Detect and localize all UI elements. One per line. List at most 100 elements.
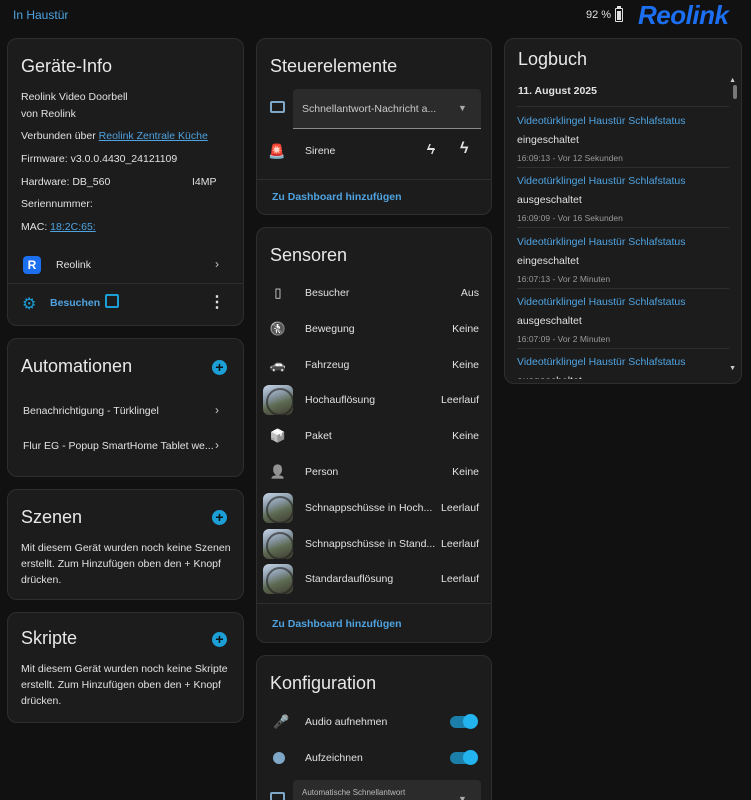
sensor-state: Aus bbox=[460, 287, 479, 299]
audio-record-label: Audio aufnehmen bbox=[305, 716, 388, 728]
automation-label: Flur EG - Popup SmartHome Tablet we... bbox=[23, 440, 214, 452]
sensor-name: Standardauflösung bbox=[305, 573, 394, 586]
sensor-row[interactable]: 👤 Person Keine bbox=[257, 455, 491, 489]
chevron-right-icon: › bbox=[215, 257, 219, 271]
logbook-state: ausgeschaltet bbox=[517, 194, 582, 207]
gear-icon: ⚙ bbox=[22, 296, 37, 313]
logbook-list[interactable]: Videotürklingel Haustür Schlafstatus eing… bbox=[505, 107, 741, 379]
add-script-button[interactable]: + bbox=[212, 632, 227, 647]
divider bbox=[517, 347, 729, 349]
hub-link[interactable]: Reolink Zentrale Küche bbox=[99, 130, 208, 142]
sensor-state: Leerlauf bbox=[441, 501, 479, 514]
integration-row[interactable]: R Reolink › bbox=[8, 253, 243, 279]
hardware-info-tail: I4MP bbox=[192, 176, 217, 188]
controls-card: Steuerelemente Schnellantwort-Nachricht … bbox=[256, 38, 492, 215]
logbook-entity-link[interactable]: Videotürklingel Haustür Schlafstatus bbox=[517, 115, 685, 127]
sensor-row[interactable]: ▯ Besucher Aus bbox=[257, 276, 491, 310]
sensor-row[interactable]: 🚗 Fahrzeug Keine bbox=[257, 348, 491, 382]
sensor-state: Keine bbox=[452, 358, 479, 371]
sensor-row[interactable]: 🚷 Bewegung Keine bbox=[257, 312, 491, 346]
logbook-entry[interactable]: Videotürklingel Haustür Schlafstatus ausg… bbox=[517, 173, 729, 229]
logbook-entity-link[interactable]: Videotürklingel Haustür Schlafstatus bbox=[517, 236, 685, 248]
logbook-entity-link[interactable]: Videotürklingel Haustür Schlafstatus bbox=[517, 175, 685, 187]
recording-toggle[interactable] bbox=[450, 750, 478, 765]
quick-reply-select[interactable]: Schnellantwort-Nachricht a... ▼ bbox=[293, 89, 481, 129]
logbook-date: 11. August 2025 bbox=[518, 85, 597, 97]
logbook-state: ausgeschaltet bbox=[517, 314, 582, 327]
sensors-card: Sensoren ▯ Besucher Aus 🚷 Bewegung Keine 🚗 Fahr… bbox=[256, 227, 492, 643]
hardware-info: Hardware: DB_560 bbox=[21, 176, 111, 188]
automations-card: Automationen + Benachrichtigung - Türkli… bbox=[7, 338, 244, 477]
logbook-entity-link[interactable]: Videotürklingel Haustür Schlafstatus bbox=[517, 296, 685, 308]
sensor-row[interactable]: Standardauflösung Leerlauf bbox=[257, 562, 491, 596]
device-vendor: von Reolink bbox=[21, 108, 76, 120]
more-options-icon[interactable]: ⋮ bbox=[209, 295, 225, 311]
flash-icon[interactable]: ϟ bbox=[460, 140, 468, 158]
divider bbox=[517, 287, 729, 289]
logbook-entry[interactable]: Videotürklingel Haustür Schlafstatus eing… bbox=[517, 113, 729, 169]
add-scene-button[interactable]: + bbox=[212, 510, 227, 525]
scroll-down-icon[interactable]: ▼ bbox=[729, 365, 736, 372]
brand-logo: Reolink bbox=[638, 0, 729, 30]
add-to-dashboard-button[interactable]: Zu Dashboard hinzufügen bbox=[272, 618, 402, 630]
sensor-state: Keine bbox=[452, 430, 479, 443]
scroll-up-icon[interactable]: ▲ bbox=[729, 77, 736, 84]
sensor-row[interactable]: Hochauflösung Leerlauf bbox=[257, 383, 491, 417]
sensor-state: Leerlauf bbox=[441, 394, 479, 407]
sensor-name: Hochauflösung bbox=[305, 394, 376, 407]
serial-number: Seriennummer: bbox=[21, 198, 93, 210]
firmware-info: Firmware: v3.0.0.4430_24121109 bbox=[21, 153, 178, 165]
automation-item[interactable]: Flur EG - Popup SmartHome Tablet we... › bbox=[8, 436, 243, 458]
battery-level: 92 % bbox=[586, 9, 612, 21]
audio-record-toggle[interactable] bbox=[450, 714, 478, 729]
mac-label: MAC: bbox=[21, 221, 48, 233]
add-automation-button[interactable]: + bbox=[212, 360, 227, 375]
mac-link[interactable]: 18:2C:65: bbox=[50, 221, 96, 233]
logbook-entry[interactable]: Videotürklingel Haustür Schlafstatus eing… bbox=[517, 234, 729, 290]
device-info-title: Geräte-Info bbox=[21, 56, 113, 76]
logbook-entity-link[interactable]: Videotürklingel Haustür Schlafstatus bbox=[517, 356, 685, 368]
configuration-card: Konfiguration 🎤 Audio aufnehmen Aufzeich… bbox=[256, 655, 492, 800]
logbook-entry[interactable]: Videotürklingel Haustür Schlafstatus ausg… bbox=[517, 294, 729, 350]
sensor-state: Keine bbox=[452, 322, 479, 335]
sensor-name: Person bbox=[305, 466, 339, 478]
microphone-icon: 🎤 bbox=[273, 714, 290, 729]
person-off-icon: 👤 bbox=[269, 464, 287, 479]
device-connection: Verbunden über Reolink Zentrale Küche bbox=[21, 130, 208, 142]
battery-status: 92 % bbox=[586, 6, 624, 22]
divider bbox=[257, 603, 491, 604]
scripts-title: Skripte bbox=[21, 628, 78, 648]
add-to-dashboard-button[interactable]: Zu Dashboard hinzufügen bbox=[272, 191, 402, 203]
automation-item[interactable]: Benachrichtigung - Türklingel › bbox=[8, 401, 243, 423]
logbook-card: Logbuch 11. August 2025 Videotürklingel … bbox=[504, 38, 742, 384]
message-reply-icon bbox=[270, 792, 285, 800]
logbook-scrollbar[interactable] bbox=[733, 85, 737, 99]
flash-off-icon[interactable]: ϟ bbox=[427, 141, 435, 158]
sensor-state: Keine bbox=[452, 466, 479, 478]
auto-quick-reply-select[interactable]: Automatische Schnellantwort ▼ bbox=[293, 780, 481, 800]
divider bbox=[517, 167, 729, 168]
sensor-state: Leerlauf bbox=[441, 537, 479, 550]
sensor-row[interactable]: Schnappschüsse in Stand... Leerlauf bbox=[257, 527, 491, 561]
divider bbox=[517, 227, 729, 229]
package-off-icon: 📦 bbox=[269, 428, 287, 444]
logbook-entry[interactable]: Videotürklingel Haustür Schlafstatus ausg… bbox=[517, 354, 729, 379]
logbook-title: Logbuch bbox=[518, 49, 588, 69]
sensor-row[interactable]: 📦 Paket Keine bbox=[257, 419, 491, 453]
motion-off-icon: 🚷 bbox=[269, 320, 287, 336]
scenes-empty-text: Mit diesem Gerät wurden noch keine Szene… bbox=[21, 542, 231, 586]
sensor-name: Fahrzeug bbox=[305, 358, 350, 371]
open-external-icon bbox=[105, 294, 119, 308]
integration-name: Reolink bbox=[56, 259, 92, 271]
sensor-row[interactable]: Schnappschüsse in Hoch... Leerlauf bbox=[257, 491, 491, 525]
automation-label: Benachrichtigung - Türklingel bbox=[23, 405, 159, 417]
car-off-icon: 🚗 bbox=[269, 356, 287, 372]
connected-via-label: Verbunden über bbox=[21, 130, 96, 142]
sensor-state: Leerlauf bbox=[441, 573, 479, 586]
sensor-name: Besucher bbox=[305, 287, 350, 299]
visit-button[interactable]: ⚙ Besuchen bbox=[22, 294, 132, 316]
area-link[interactable]: In Haustür bbox=[13, 8, 68, 22]
scenes-card: Szenen + Mit diesem Gerät wurden noch ke… bbox=[7, 489, 244, 600]
device-model: Reolink Video Doorbell bbox=[21, 91, 128, 103]
siren-label: Sirene bbox=[305, 145, 336, 157]
